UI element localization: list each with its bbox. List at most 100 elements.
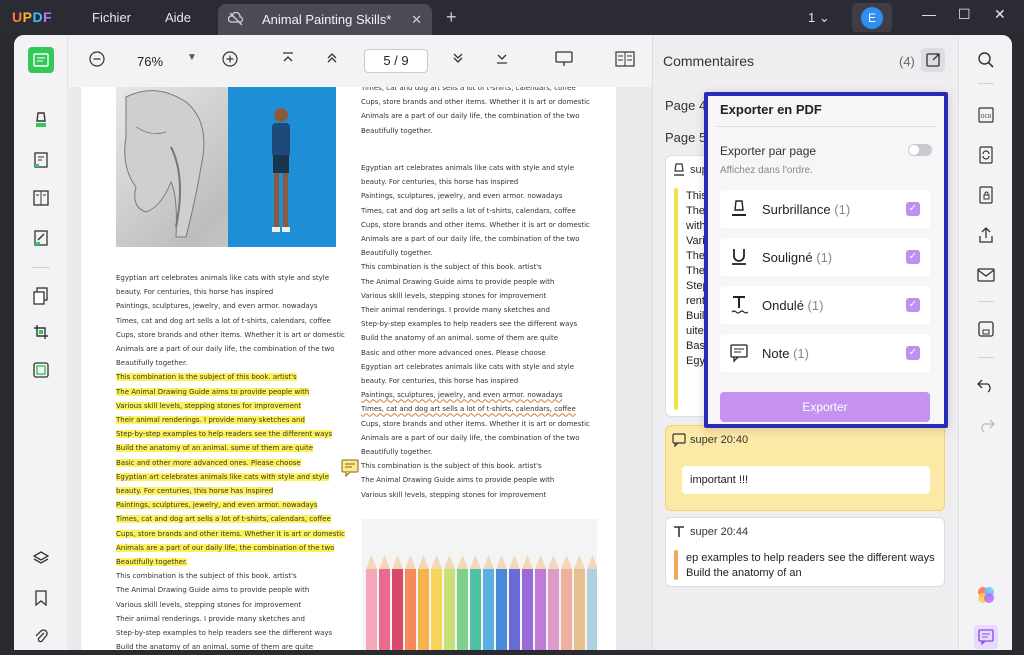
option-count: (1) — [793, 346, 809, 361]
maximize-icon[interactable]: ☐ — [958, 6, 971, 23]
colored-pencils-photo — [362, 519, 597, 650]
text-line: Step-by-step examples to help readers se… — [361, 320, 578, 329]
save-icon[interactable] — [976, 319, 996, 339]
form-icon[interactable] — [28, 185, 54, 211]
separator — [978, 357, 994, 358]
bookmark-icon[interactable] — [28, 585, 54, 611]
last-page-icon[interactable] — [495, 51, 509, 68]
redo-icon[interactable] — [976, 415, 996, 435]
close-window-icon[interactable]: ✕ — [994, 6, 1006, 23]
previous-page-icon[interactable] — [325, 51, 339, 68]
text-line: Cups, store brands and other items. Whet… — [116, 529, 345, 538]
convert-icon[interactable] — [976, 145, 996, 165]
separator — [32, 267, 50, 268]
attachment-icon[interactable] — [28, 623, 54, 649]
window-count-dropdown[interactable]: 1 ⌄ — [808, 10, 830, 26]
excerpt-line: ep examples to help readers see the diff… — [686, 552, 935, 564]
zoom-in-icon[interactable] — [222, 51, 238, 70]
option-label: Surbrillance — [762, 202, 831, 217]
note-marker-icon[interactable] — [341, 459, 359, 482]
ocr-icon[interactable]: OCR — [976, 105, 996, 125]
add-tab-icon[interactable]: + — [446, 7, 457, 28]
zoom-out-icon[interactable] — [89, 51, 105, 70]
text-line: This combination is the subject of this … — [116, 572, 297, 581]
export-comments-button[interactable] — [921, 48, 945, 72]
minimize-icon[interactable]: — — [922, 6, 936, 22]
pencil — [574, 569, 585, 650]
option-label: Souligné — [762, 250, 813, 265]
menu-fichier[interactable]: Fichier — [92, 10, 131, 25]
export-per-page-toggle[interactable] — [908, 144, 932, 156]
option-checkbox[interactable]: ✓ — [906, 346, 920, 360]
layers-icon[interactable] — [28, 545, 54, 571]
page-5-label[interactable]: Page 5 — [665, 130, 706, 145]
comment-card-note[interactable]: super 20:40 important !!! — [665, 425, 945, 511]
zoom-dropdown-icon[interactable]: ▼ — [187, 52, 197, 63]
page-4-label[interactable]: Page 4 — [665, 98, 706, 113]
edit-text-icon[interactable] — [28, 147, 54, 173]
sign-icon[interactable] — [28, 225, 54, 251]
separator — [978, 83, 994, 84]
text-line: Their animal renderings. I provide many … — [361, 306, 550, 315]
email-icon[interactable] — [976, 265, 996, 285]
avatar-button[interactable]: E — [852, 3, 892, 32]
no-cloud-icon — [227, 11, 244, 31]
text-line: Beautifully together. — [361, 249, 433, 258]
next-page-icon[interactable] — [451, 51, 465, 68]
crop-icon[interactable] — [28, 319, 54, 345]
organize-pages-icon[interactable] — [28, 283, 54, 309]
pencil-tip — [548, 555, 559, 569]
squiggly-text-icon — [730, 295, 749, 320]
pencil — [483, 569, 494, 650]
text-line: beauty. For centuries, this horse has in… — [116, 288, 274, 297]
protect-icon[interactable] — [976, 185, 996, 205]
option-squiggly[interactable]: Ondulé (1) ✓ — [720, 286, 930, 324]
text-line: This combination is the subject of this … — [361, 263, 542, 272]
pdf-page[interactable]: Egyptian art celebrates animals like cat… — [81, 87, 616, 650]
page-number-input[interactable]: 5 / 9 — [364, 49, 428, 73]
document-area[interactable]: Egyptian art celebrates animals like cat… — [69, 87, 652, 650]
option-highlight[interactable]: Surbrillance (1) ✓ — [720, 190, 930, 228]
option-checkbox[interactable]: ✓ — [906, 202, 920, 216]
left-toolbar — [14, 35, 68, 650]
presentation-icon[interactable] — [555, 51, 573, 70]
document-tab[interactable]: Animal Painting Skills* ✕ — [218, 4, 432, 35]
highlighter-icon — [672, 163, 686, 182]
text-line: beauty. For centuries, this horse has in… — [361, 178, 519, 187]
option-underline[interactable]: Souligné (1) ✓ — [720, 238, 930, 276]
ocr-page-icon[interactable] — [28, 357, 54, 383]
text-line: Build the anatomy of an animal. some of … — [116, 444, 314, 453]
man-figure — [272, 108, 290, 232]
search-icon[interactable] — [976, 50, 996, 70]
svg-text:OCR: OCR — [981, 114, 992, 120]
comment-author: super 20:40 — [690, 434, 749, 446]
export-button[interactable]: Exporter — [720, 392, 930, 422]
pencil-tip — [366, 555, 377, 569]
reader-mode-icon[interactable] — [28, 47, 54, 73]
highlighter-icon — [730, 199, 748, 224]
option-checkbox[interactable]: ✓ — [906, 250, 920, 264]
comment-card-underline[interactable]: super 20:44 ep examples to help readers … — [665, 517, 945, 587]
share-icon[interactable] — [976, 225, 996, 245]
menu-aide[interactable]: Aide — [165, 10, 191, 25]
ai-assistant-icon[interactable] — [976, 585, 996, 605]
page-layout-icon[interactable] — [615, 51, 635, 70]
text-line: This combination is the subject of this … — [116, 373, 297, 382]
text-line: This combination is the subject of this … — [361, 462, 542, 471]
text-line: The Animal Drawing Guide aims to provide… — [116, 387, 310, 396]
option-note[interactable]: Note (1) ✓ — [720, 334, 930, 372]
pencil-tip — [522, 555, 533, 569]
zoom-level[interactable]: 76% — [137, 54, 163, 69]
text-line: Times, cat and dog art sells a lot of t-… — [361, 405, 576, 414]
comment-note-text[interactable]: important !!! — [682, 466, 930, 494]
close-tab-icon[interactable]: ✕ — [411, 12, 422, 28]
first-page-icon[interactable] — [281, 51, 295, 68]
right-column-text: Egyptian art celebrates animals like cat… — [361, 161, 590, 502]
undo-icon[interactable] — [976, 375, 996, 395]
highlighter-icon[interactable] — [28, 107, 54, 133]
comment-excerpt: ep examples to help readers see the diff… — [686, 551, 935, 581]
option-checkbox[interactable]: ✓ — [906, 298, 920, 312]
text-line: The Animal Drawing Guide aims to provide… — [361, 476, 555, 485]
option-count: (1) — [834, 202, 851, 217]
comments-panel-icon[interactable] — [974, 625, 998, 649]
